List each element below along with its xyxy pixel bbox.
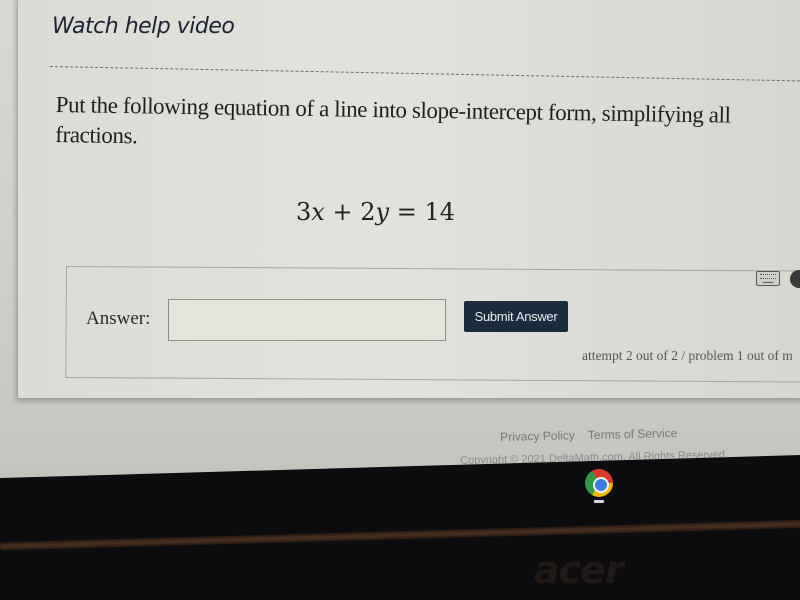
terms-of-service-link[interactable]: Terms of Service (588, 426, 678, 442)
question-text: Put the following equation of a line int… (55, 91, 731, 149)
attempt-status: attempt 2 out of 2 / problem 1 out of m (582, 348, 793, 363)
keyboard-icon[interactable] (756, 271, 780, 286)
laptop-bezel-strip (0, 520, 800, 551)
equation-equals: = (396, 198, 417, 226)
equation: 3x + 2y = 14 (296, 198, 455, 226)
submit-answer-button[interactable]: Submit Answer (464, 301, 568, 332)
equation-var-x: x (311, 198, 325, 226)
browser-screen: Watch help video Put the following equat… (0, 0, 800, 478)
problem-card: Watch help video Put the following equat… (18, 0, 800, 398)
brand-logo: acer (534, 548, 624, 592)
watch-help-video-link[interactable]: Watch help video (52, 14, 235, 39)
equation-plus: + (332, 198, 353, 226)
equation-var-y: y (375, 198, 390, 226)
copyright-text: Copyright © 2021 DeltaMath.com. All Righ… (460, 448, 729, 467)
footer-links: Privacy Policy Terms of Service (500, 426, 687, 444)
answer-input[interactable] (168, 299, 446, 341)
shelf-running-indicator (594, 500, 604, 503)
equation-coef-2: 2 (360, 198, 376, 226)
dashed-divider (49, 66, 800, 82)
answer-label: Answer: (86, 308, 151, 329)
chrome-icon[interactable] (585, 469, 613, 497)
privacy-policy-link[interactable]: Privacy Policy (500, 428, 575, 444)
equation-rhs: 14 (424, 198, 455, 226)
equation-coef-1: 3 (296, 198, 312, 226)
